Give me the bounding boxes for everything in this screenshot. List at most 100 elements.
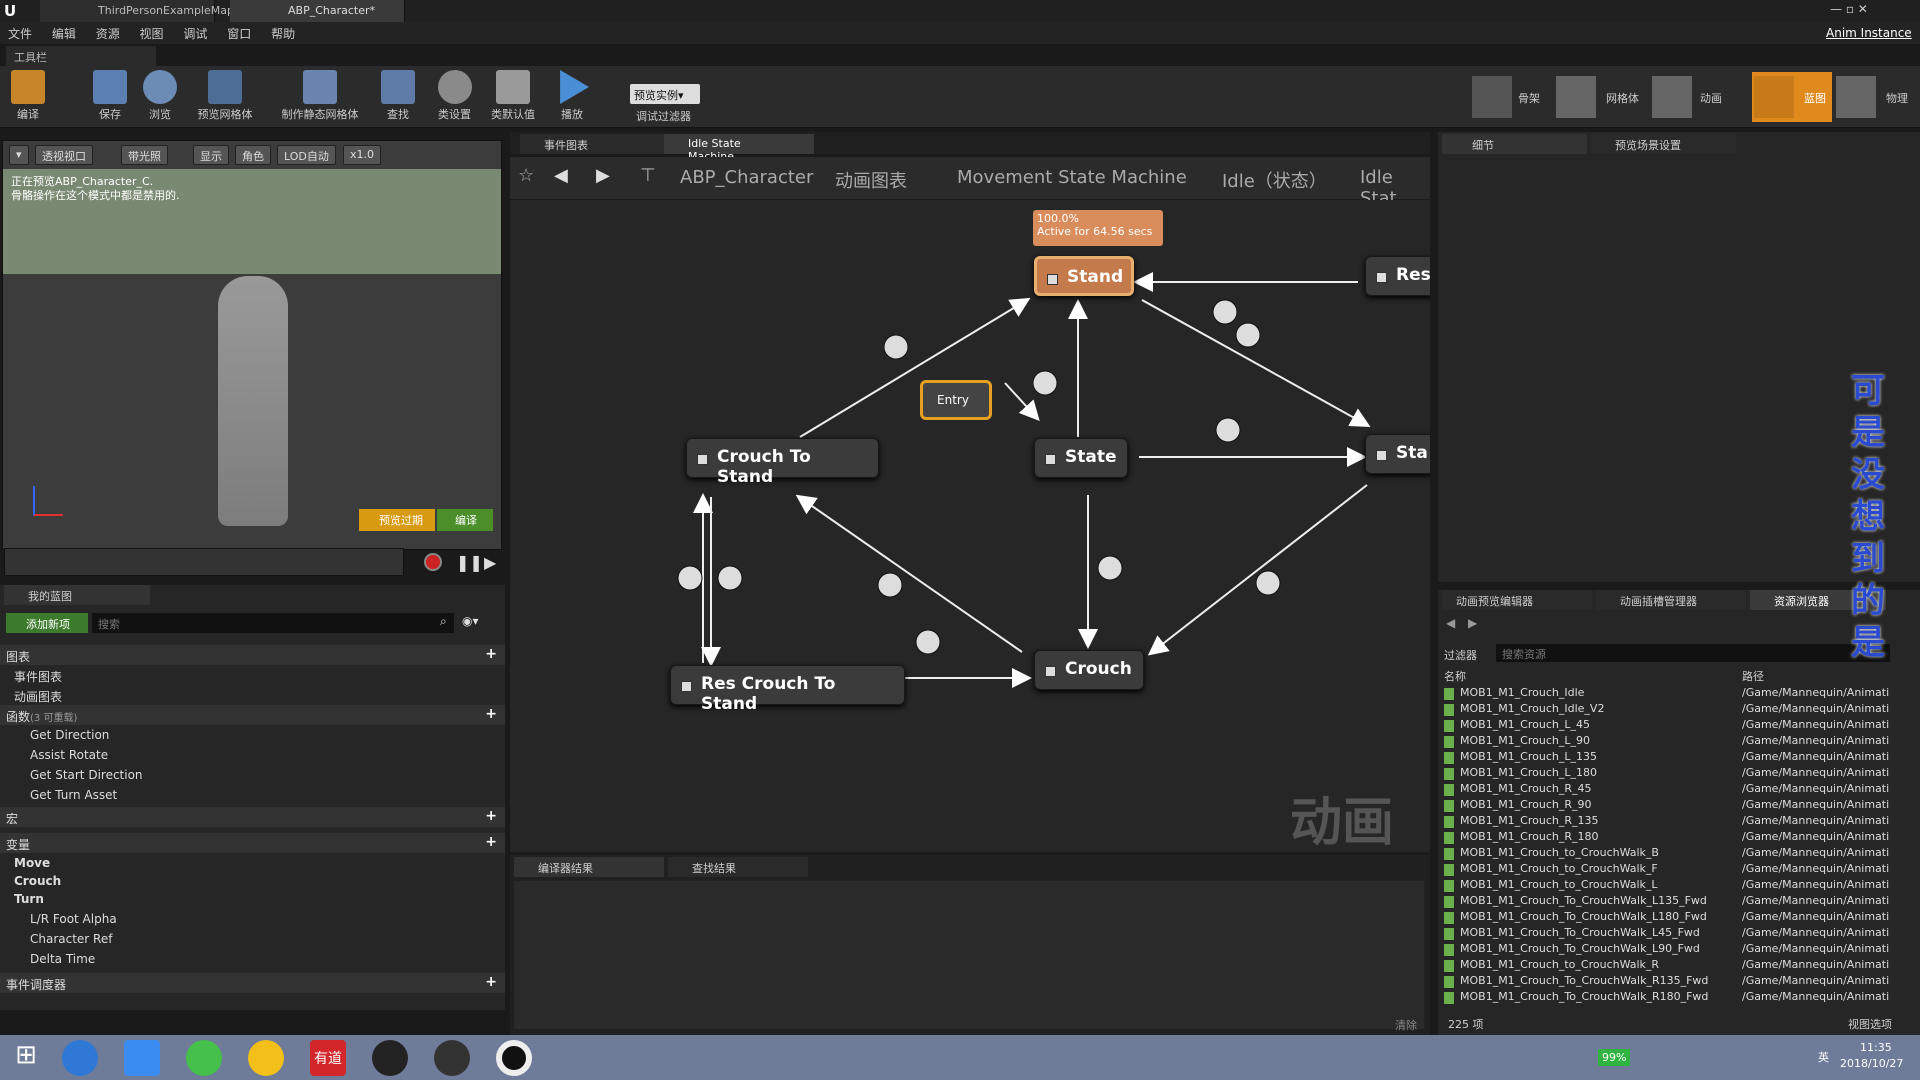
lod-auto-button[interactable]: LOD自动 [277, 145, 336, 165]
col-path-header[interactable]: 路径 [1742, 668, 1764, 684]
class-defaults-button[interactable]: 类默认值 [488, 70, 538, 126]
tab-anim-slot-manager[interactable]: 动画插槽管理器 [1596, 590, 1746, 610]
favorite-icon[interactable]: ☆ [518, 165, 534, 186]
mode-mesh[interactable]: 网格体 [1556, 72, 1646, 122]
menu-view[interactable]: 视图 [132, 22, 172, 45]
step-icon[interactable]: ▶ [484, 553, 496, 572]
node-state[interactable]: State [1034, 438, 1128, 478]
function-item[interactable]: Assist Rotate [0, 745, 505, 765]
clock-time[interactable]: 11:35 [1860, 1041, 1892, 1054]
back-icon[interactable]: ◀ [554, 165, 568, 186]
viewport-compile-button[interactable]: 编译 [437, 509, 493, 531]
functions-header[interactable]: 函数(3 可重载) + [0, 705, 505, 725]
youdao-icon[interactable]: 有道 [310, 1040, 346, 1076]
add-new-button[interactable]: 添加新项 [6, 613, 88, 633]
asset-row[interactable]: MOB1_M1_Crouch_R_180/Game/Mannequin/Anim… [1444, 830, 1914, 846]
function-item[interactable]: Get Turn Asset [0, 785, 505, 805]
asset-row[interactable]: MOB1_M1_Crouch_R_135/Game/Mannequin/Anim… [1444, 814, 1914, 830]
add-dispatcher-icon[interactable]: + [485, 974, 497, 990]
variable-item[interactable]: L/R Foot Alpha [0, 909, 505, 929]
windows-start-icon[interactable]: ⊞ [8, 1040, 44, 1076]
breadcrumb-item[interactable]: 动画图表 [835, 167, 907, 193]
asset-row[interactable]: MOB1_M1_Crouch_R_90/Game/Mannequin/Anima… [1444, 798, 1914, 814]
filter-dropdown[interactable]: 过滤器 [1444, 647, 1477, 663]
variable-item[interactable]: Character Ref [0, 929, 505, 949]
viewport-menu-button[interactable]: ▾ [9, 145, 29, 165]
node-sta[interactable]: Sta [1365, 434, 1430, 474]
view-options-button[interactable]: 视图选项 [1848, 1016, 1892, 1032]
forward-icon[interactable]: ▶ [596, 165, 610, 186]
menu-window[interactable]: 窗口 [219, 22, 259, 45]
asset-row[interactable]: MOB1_M1_Crouch_L_180/Game/Mannequin/Anim… [1444, 766, 1914, 782]
show-button[interactable]: 显示 [193, 145, 229, 165]
pause-icon[interactable]: ❚❚ [456, 553, 483, 572]
browse-button[interactable]: 浏览 [140, 70, 180, 126]
mode-physics[interactable]: 物理 [1836, 72, 1920, 122]
tab-idle-state-machine[interactable]: Idle State Machine [664, 134, 814, 163]
app-icon[interactable] [248, 1040, 284, 1076]
asset-row[interactable]: MOB1_M1_Crouch_To_CrouchWalk_L90_Fwd/Gam… [1444, 942, 1914, 958]
asset-row[interactable]: MOB1_M1_Crouch_L_135/Game/Mannequin/Anim… [1444, 750, 1914, 766]
variable-group[interactable]: Turn [0, 889, 505, 909]
clock-date[interactable]: 2018/10/27 [1840, 1057, 1903, 1070]
asset-row[interactable]: MOB1_M1_Crouch_To_CrouchWalk_L135_Fwd/Ga… [1444, 894, 1914, 910]
hierarchy-icon[interactable]: ⊤ [640, 165, 656, 186]
preview-instance-dropdown[interactable]: 预览实例▾ [630, 84, 700, 104]
doc-tab-abp[interactable]: ABP_Character* [230, 0, 405, 22]
graphs-header[interactable]: 图表 + [0, 645, 505, 665]
wechat-icon[interactable] [186, 1040, 222, 1076]
character-button[interactable]: 角色 [235, 145, 271, 165]
node-res[interactable]: Res [1365, 256, 1430, 296]
asset-row[interactable]: MOB1_M1_Crouch_to_CrouchWalk_B/Game/Mann… [1444, 846, 1914, 862]
macros-header[interactable]: 宏 + [0, 807, 505, 827]
graph-item[interactable]: 动画图表 [0, 685, 505, 705]
node-stand[interactable]: Stand [1034, 256, 1134, 296]
menu-file[interactable]: 文件 [0, 22, 40, 45]
col-name-header[interactable]: 名称 [1444, 668, 1466, 684]
clear-button[interactable]: 清除 [1395, 1017, 1417, 1033]
tab-compiler-results[interactable]: 编译器结果 [514, 857, 664, 877]
tab-find-results[interactable]: 查找结果 [668, 857, 808, 877]
mode-skeleton[interactable]: 骨架 [1472, 72, 1552, 122]
function-item[interactable]: Get Start Direction [0, 765, 505, 785]
menu-edit[interactable]: 编辑 [44, 22, 84, 45]
back-icon[interactable]: ◀ [1446, 616, 1455, 630]
asset-row[interactable]: MOB1_M1_Crouch_To_CrouchWalk_L180_Fwd/Ga… [1444, 910, 1914, 926]
graph-item[interactable]: 事件图表 [0, 665, 505, 685]
asset-row[interactable]: MOB1_M1_Crouch_to_CrouchWalk_L/Game/Mann… [1444, 878, 1914, 894]
node-entry[interactable]: Entry [920, 380, 992, 420]
function-item[interactable]: Get Direction [0, 725, 505, 745]
make-static-mesh-button[interactable]: 制作静态网格体 [275, 70, 365, 126]
perspective-button[interactable]: 透视视口 [35, 145, 93, 165]
asset-row[interactable]: MOB1_M1_Crouch_L_45/Game/Mannequin/Anima… [1444, 718, 1914, 734]
search-icon[interactable]: ⌕ [440, 614, 447, 629]
save-button[interactable]: 保存 [90, 70, 130, 126]
tab-anim-preview-editor[interactable]: 动画预览编辑器 [1442, 590, 1592, 610]
visibility-icon[interactable]: ◉▾ [462, 614, 479, 628]
forward-icon[interactable]: ▶ [1468, 616, 1477, 630]
play-button[interactable]: 播放 [552, 70, 592, 126]
state-machine-graph[interactable]: 100.0% Active for 64.56 secs Stand Res S… [510, 200, 1430, 852]
asset-row[interactable]: MOB1_M1_Crouch_to_CrouchWalk_R/Game/Mann… [1444, 958, 1914, 974]
tab-preview-scene-settings[interactable]: 预览场景设置 [1591, 134, 1736, 154]
node-res-crouch-to-stand[interactable]: Res Crouch To Stand [670, 665, 905, 714]
star-app-icon[interactable] [124, 1040, 160, 1076]
preview-outdated-button[interactable]: 预览过期 [359, 509, 435, 531]
blueprint-search-input[interactable]: 搜索 [92, 613, 454, 633]
lit-button[interactable]: 带光照 [121, 145, 168, 165]
variable-group[interactable]: Move [0, 853, 505, 873]
breadcrumb-item[interactable]: Idle（状态） [1222, 167, 1327, 193]
my-blueprint-tab[interactable]: 我的蓝图 [4, 585, 150, 605]
unreal-icon[interactable] [372, 1040, 408, 1076]
preview-viewport[interactable]: ▾ 透视视口 带光照 显示 角色 LOD自动 x1.0 正在预览ABP_Char… [2, 140, 502, 550]
language-indicator[interactable]: 英 [1818, 1049, 1829, 1065]
preview-mesh-button[interactable]: 预览网格体 [190, 70, 260, 126]
timeline-bar[interactable] [4, 548, 404, 576]
add-graph-icon[interactable]: + [485, 646, 497, 662]
asset-row[interactable]: MOB1_M1_Crouch_Idle_V2/Game/Mannequin/An… [1444, 702, 1914, 718]
record-icon[interactable] [424, 553, 442, 571]
class-settings-button[interactable]: 类设置 [432, 70, 477, 126]
window-controls[interactable]: — ▫ ✕ [1830, 2, 1920, 20]
asset-row[interactable]: MOB1_M1_Crouch_to_CrouchWalk_F/Game/Mann… [1444, 862, 1914, 878]
node-crouch[interactable]: Crouch [1034, 650, 1144, 690]
